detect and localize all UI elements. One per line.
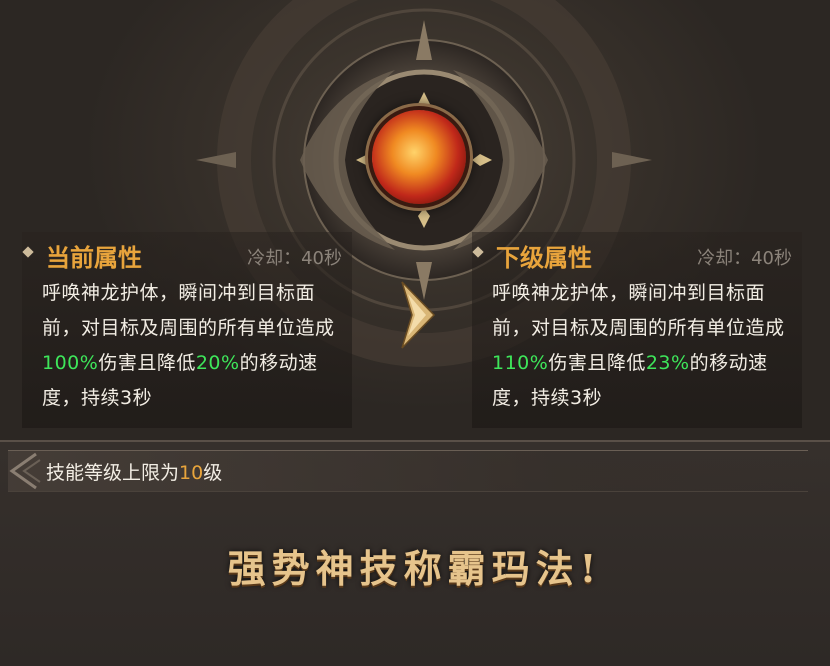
current-attributes-title: 当前属性 <box>46 244 142 272</box>
damage-value: 100% <box>42 352 99 374</box>
dragon-claw-skill-icon <box>372 110 466 204</box>
next-attributes: 下级属性 冷却：40秒 呼唤神龙护体，瞬间冲到目标面前，对目标及周围的所有单位造… <box>472 232 802 428</box>
banner-ornament-icon <box>9 452 41 490</box>
desc-text: 伤害且降低 <box>98 352 196 374</box>
desc-text: 伤害且降低 <box>548 352 646 374</box>
level-cap-value: 10 <box>179 462 204 484</box>
diamond-bullet-icon <box>22 246 34 258</box>
next-description: 呼唤神龙护体，瞬间冲到目标面前，对目标及周围的所有单位造成 110%伤害且降低23… <box>492 276 798 416</box>
slow-value: 20% <box>195 352 240 374</box>
next-attributes-title: 下级属性 <box>496 244 592 272</box>
current-cooldown: 冷却：40秒 <box>247 248 342 269</box>
level-cap-text: 技能等级上限为10级 <box>46 458 222 485</box>
next-cooldown: 冷却：40秒 <box>697 248 792 269</box>
arrow-right-icon <box>401 281 436 349</box>
desc-text: 呼唤神龙护体，瞬间冲到目标面前，对目标及周围的所有单位造成 <box>42 282 335 339</box>
current-description: 呼唤神龙护体，瞬间冲到目标面前，对目标及周围的所有单位造成 100%伤害且降低20… <box>42 276 348 416</box>
level-cap-unit: 级 <box>203 462 223 484</box>
level-cap-label: 技能等级上限为 <box>46 462 180 484</box>
promo-slogan: 强势神技称霸玛法! <box>227 546 603 591</box>
current-attributes: 当前属性 冷却：40秒 呼唤神龙护体，瞬间冲到目标面前，对目标及周围的所有单位造… <box>22 232 352 428</box>
desc-text: 呼唤神龙护体，瞬间冲到目标面前，对目标及周围的所有单位造成 <box>492 282 785 339</box>
diamond-bullet-icon <box>472 246 484 258</box>
damage-value: 110% <box>492 352 549 374</box>
slow-value: 23% <box>645 352 690 374</box>
